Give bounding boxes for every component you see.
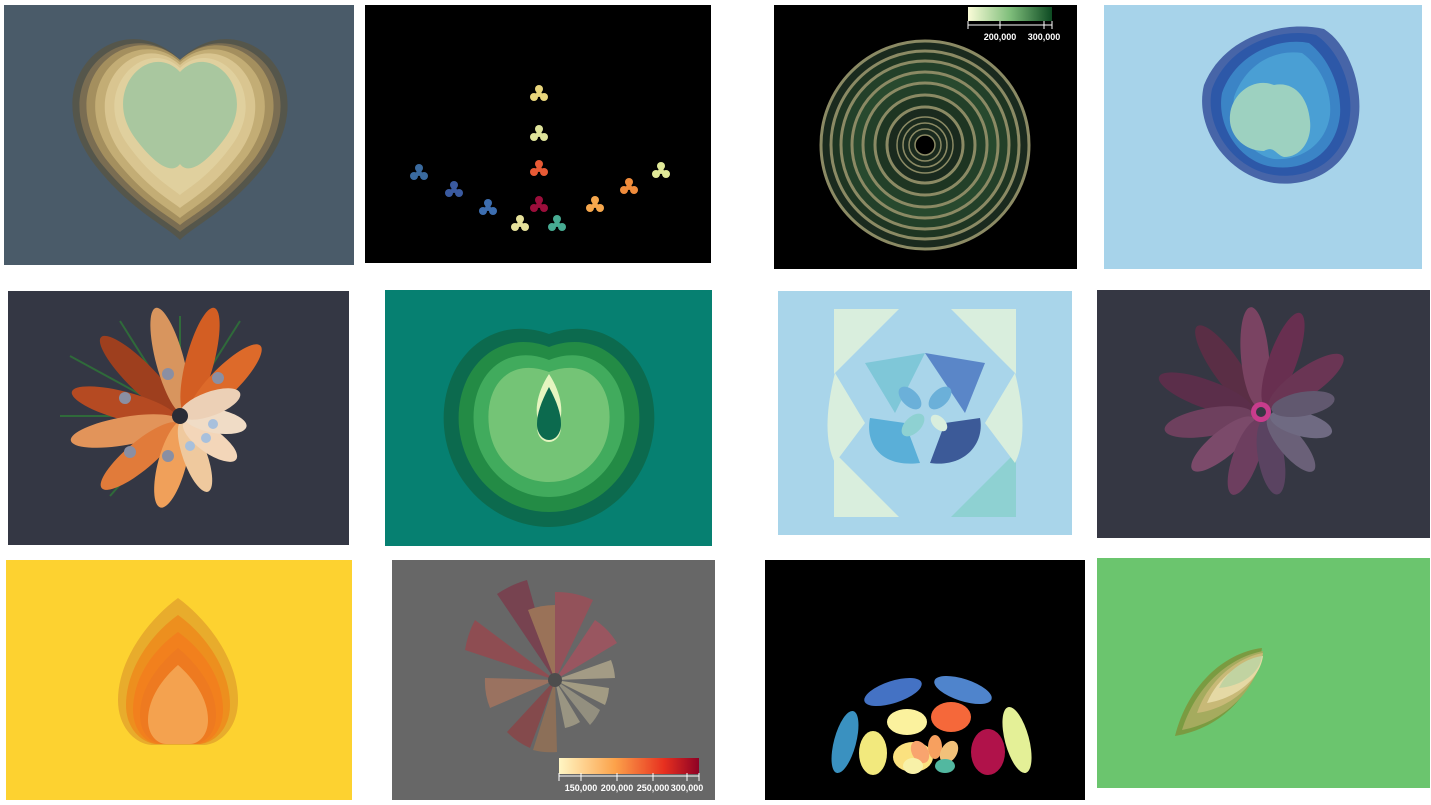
blue-heart-graphic [1202, 26, 1360, 184]
tile-orange-drop[interactable] [6, 560, 352, 800]
radial-wedges-graphic: 150,000 200,000 250,000 300,000 [465, 580, 704, 793]
wedges-legend-tick: 150,000 [565, 783, 598, 793]
wedges-legend-tick: 200,000 [601, 783, 634, 793]
rings-legend-tick: 200,000 [984, 32, 1017, 42]
tile-trefoil-markers[interactable] [365, 5, 711, 263]
tile-purple-flower[interactable] [1097, 290, 1430, 538]
trefoil-graphic [410, 85, 670, 231]
wedges-legend-tick: 300,000 [671, 783, 704, 793]
radial-wedges-group [465, 580, 617, 753]
ellipse-dome-graphic [831, 676, 1032, 775]
tile-green-heart[interactable] [385, 290, 712, 546]
tile-green-leaf[interactable] [1097, 558, 1430, 788]
rings-graphic: 200,000 300,000 [819, 7, 1061, 251]
heart-tan-graphic [72, 39, 288, 240]
tile-heart-tan[interactable] [4, 5, 354, 265]
tile-ellipse-dome[interactable] [765, 560, 1085, 800]
tile-blue-kaleidoscope[interactable] [778, 291, 1072, 535]
green-heart-graphic [443, 328, 655, 527]
orange-drop-graphic [118, 598, 238, 745]
rings-legend-tick: 300,000 [1028, 32, 1061, 42]
orange-flower-graphic [60, 307, 262, 508]
wedges-legend-tick: 250,000 [637, 783, 670, 793]
tile-orange-flower[interactable] [8, 291, 349, 545]
purple-flower-graphic [1158, 307, 1344, 495]
rings-legend: 200,000 300,000 [967, 7, 1061, 42]
green-leaf-graphic [1175, 648, 1263, 736]
tile-radial-wedges[interactable]: 150,000 200,000 250,000 300,000 [392, 560, 715, 800]
tile-blue-heart[interactable] [1104, 5, 1422, 269]
kaleidoscope-graphic [827, 309, 1023, 517]
tile-concentric-rings[interactable]: 200,000 300,000 [774, 5, 1077, 269]
wedges-legend: 150,000 200,000 250,000 300,000 [558, 758, 704, 793]
